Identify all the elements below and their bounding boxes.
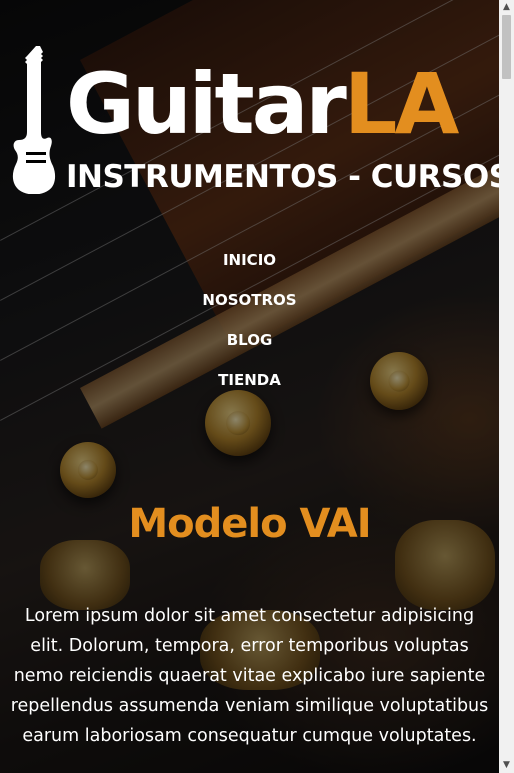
page-viewport: GuitarLA INSTRUMENTOS - CURSOS INICIO NO… bbox=[0, 0, 499, 773]
nav-link-nosotros[interactable]: NOSOTROS bbox=[0, 290, 499, 330]
model-description: Lorem ipsum dolor sit amet consectetur a… bbox=[10, 606, 489, 746]
site-logo-link[interactable]: GuitarLA INSTRUMENTOS - CURSOS bbox=[8, 44, 499, 196]
logo-title-accent: LA bbox=[343, 55, 460, 153]
logo-subtitle: INSTRUMENTOS - CURSOS bbox=[66, 159, 499, 195]
electric-guitar-icon bbox=[12, 46, 56, 194]
logo-title-main: Guitar bbox=[66, 55, 347, 153]
logo-title: GuitarLA bbox=[66, 62, 459, 146]
nav-link-blog[interactable]: BLOG bbox=[0, 330, 499, 370]
model-title: Modelo VAI bbox=[128, 501, 371, 547]
main-navigation: INICIO NOSOTROS BLOG TIENDA bbox=[0, 250, 499, 410]
scroll-down-arrow-icon[interactable]: ▼ bbox=[499, 758, 514, 773]
vertical-scrollbar[interactable]: ▲ ▼ bbox=[499, 0, 514, 773]
nav-link-tienda[interactable]: TIENDA bbox=[0, 370, 499, 410]
scrollbar-thumb[interactable] bbox=[502, 15, 511, 79]
scroll-up-arrow-icon[interactable]: ▲ bbox=[499, 0, 514, 15]
nav-link-inicio[interactable]: INICIO bbox=[0, 250, 499, 290]
